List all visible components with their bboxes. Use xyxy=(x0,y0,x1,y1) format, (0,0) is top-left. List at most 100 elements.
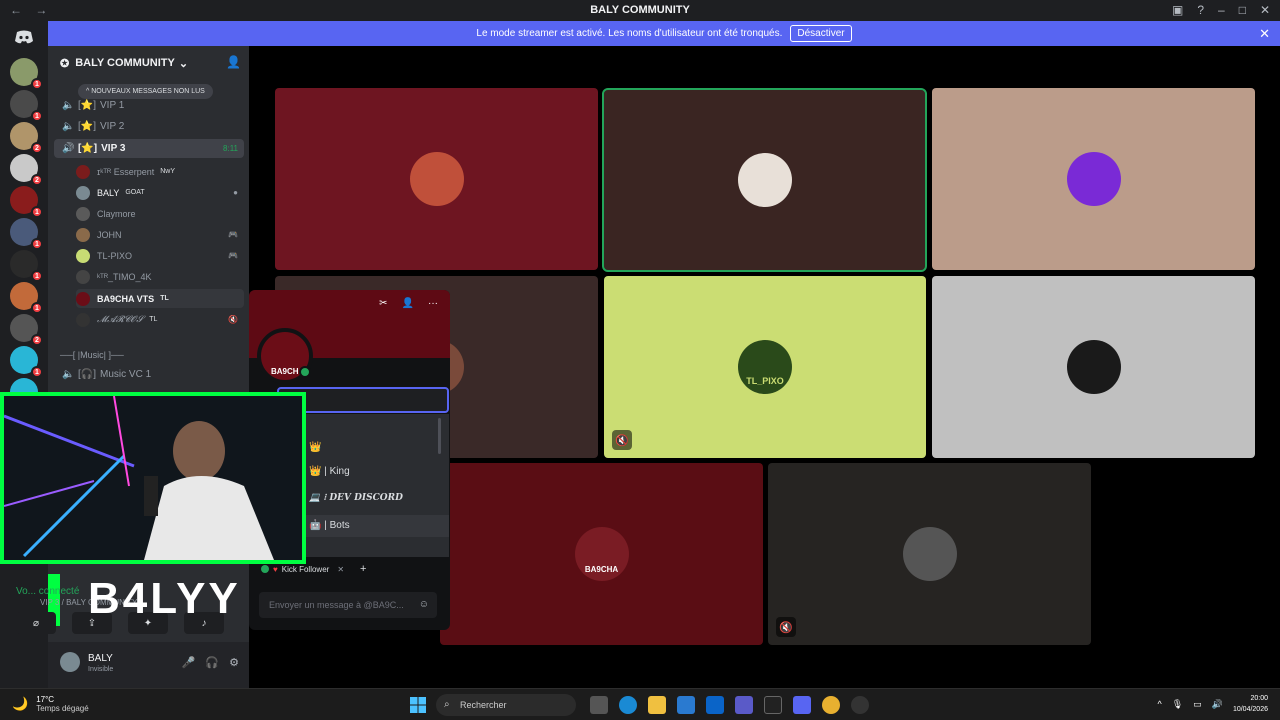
voice-channel[interactable]: 🔈 [⭐] VIP 2 xyxy=(54,117,244,136)
voice-member[interactable]: ɪᵏᵀᴿ Esserpent NwY xyxy=(76,162,244,181)
voice-member[interactable]: Claymore xyxy=(76,204,244,223)
server-icon[interactable]: 2 xyxy=(10,154,43,186)
emoji-icon[interactable]: ☺ xyxy=(419,592,429,618)
taskbar-search[interactable]: ⌕ Rechercher xyxy=(436,694,576,716)
message-input[interactable]: Envoyer un message à @BA9C... ☺ xyxy=(259,592,437,618)
server-icon[interactable]: 1 xyxy=(10,186,43,218)
voice-status: Vo... connecté xyxy=(16,586,80,597)
inbox-icon[interactable]: ▣ xyxy=(1172,3,1183,17)
obs-icon[interactable] xyxy=(851,696,869,714)
webcam-overlay xyxy=(0,392,306,564)
voice-member-selected[interactable]: BA9CHA VTS TL xyxy=(76,289,244,308)
banner-close-icon[interactable]: ✕ xyxy=(1259,26,1270,42)
video-tile-speaking[interactable] xyxy=(602,88,927,272)
call-timer: 8:11 xyxy=(223,144,238,153)
avatar-label: BA9CH xyxy=(271,367,299,376)
server-icon[interactable]: 1 xyxy=(10,218,43,250)
headphones-icon[interactable]: 🎧 xyxy=(205,656,219,669)
chevron-up-icon[interactable]: ^ xyxy=(1158,699,1162,709)
window-controls: ▣ ? – □ ✕ xyxy=(1172,3,1270,17)
windows-start-icon[interactable] xyxy=(410,697,426,713)
weather-text: Temps dégagé xyxy=(36,704,89,713)
file-explorer-icon[interactable] xyxy=(648,696,666,714)
voice-member[interactable]: ᵏᵀᴿ_TIMO_4K xyxy=(76,267,244,286)
remove-role-icon[interactable]: ✕ xyxy=(337,565,344,574)
heart-icon: ♥ xyxy=(273,564,278,574)
edge-icon[interactable] xyxy=(619,696,637,714)
role-item[interactable]: 🤖 | Bots xyxy=(301,515,449,537)
voice-channel-active[interactable]: 🔊 [⭐] VIP 3 8:11 xyxy=(54,139,244,158)
camera-off-icon[interactable]: ⌀ xyxy=(16,612,56,634)
store-icon[interactable] xyxy=(677,696,695,714)
chevron-down-icon: ⌄ xyxy=(178,57,189,70)
server-icon[interactable]: 2 xyxy=(10,314,43,346)
disconnect-icon[interactable]: ✂ xyxy=(379,298,387,309)
add-role-icon[interactable]: + xyxy=(360,563,366,575)
more-options-icon[interactable]: ··· xyxy=(428,298,438,309)
role-chip[interactable]: ♥ Kick Follower ✕ + xyxy=(261,563,366,575)
voice-channel[interactable]: 🔈 [🎧] Music VC 1 xyxy=(54,365,244,384)
server-icon[interactable]: 1 xyxy=(10,90,43,122)
clock[interactable]: 20:00 10/04/2026 xyxy=(1233,693,1268,715)
message-placeholder: Envoyer un message à @BA9C... xyxy=(269,600,404,610)
microphone-icon[interactable]: 🎤 xyxy=(182,656,196,669)
avatar xyxy=(76,164,90,179)
category-label: |Music| xyxy=(77,350,106,360)
discord-icon[interactable] xyxy=(793,696,811,714)
moon-icon: 🌙 xyxy=(12,696,29,711)
avatar[interactable] xyxy=(60,652,80,672)
role-color-dot xyxy=(261,565,269,573)
role-item[interactable]: 💻 ⁝ DEV DISCORD xyxy=(309,493,403,503)
server-icon[interactable]: 1 xyxy=(10,282,43,314)
channel-label: VIP 3 xyxy=(101,143,126,154)
voice-member[interactable]: TL-PIXO 🎮 xyxy=(76,246,244,265)
muted-mic-icon: 🔇 xyxy=(776,617,796,637)
headphones-icon: [🎧] xyxy=(78,369,97,380)
weather-widget[interactable]: 🌙 17°C Temps dégagé xyxy=(12,695,89,713)
role-item[interactable]: 👑 | King xyxy=(309,466,350,477)
teams-icon[interactable] xyxy=(735,696,753,714)
server-icon[interactable]: 1 xyxy=(10,58,43,90)
terminal-icon[interactable] xyxy=(764,696,782,714)
video-tile[interactable]: 🔇 xyxy=(768,463,1091,645)
volume-icon[interactable]: 🔊 xyxy=(1212,699,1223,710)
gear-icon[interactable]: ⚙ xyxy=(229,656,239,669)
server-icon[interactable]: 1 xyxy=(10,346,43,378)
microphone-icon[interactable]: 🎙 xyxy=(1172,699,1183,710)
video-tile[interactable] xyxy=(932,276,1255,458)
temperature: 17°C xyxy=(36,695,55,704)
voice-member[interactable]: JOHN 🎮 xyxy=(76,225,244,244)
member-tag: TL xyxy=(149,316,158,323)
minimize-icon[interactable]: – xyxy=(1218,3,1225,17)
role-label: King xyxy=(329,466,350,477)
video-tile[interactable]: BA9CHA xyxy=(440,463,763,645)
scrollbar[interactable] xyxy=(438,418,441,454)
server-icon[interactable]: 1 xyxy=(10,250,43,282)
outlook-icon[interactable] xyxy=(706,696,724,714)
chrome-icon[interactable] xyxy=(822,696,840,714)
disable-streamer-button[interactable]: Désactiver xyxy=(790,25,852,42)
tile-label: TL_PIXO xyxy=(746,376,784,386)
voice-member[interactable]: 𝓜𝓐𝓡𝓒𝓞𝓢 TL 🔇 xyxy=(76,310,244,329)
maximize-icon[interactable]: □ xyxy=(1239,3,1246,17)
video-tile[interactable]: TL_PIXO 🔇 xyxy=(604,276,926,458)
member-name: ɪᵏᵀᴿ Esserpent xyxy=(97,166,155,177)
close-window-icon[interactable]: ✕ xyxy=(1260,3,1270,17)
unread-messages-pill[interactable]: ^ NOUVEAUX MESSAGES NON LUS xyxy=(78,84,213,99)
participant-avatar xyxy=(902,527,957,581)
star-icon: [⭐] xyxy=(78,100,97,111)
voice-member[interactable]: BALY GOAT ● xyxy=(76,183,244,202)
server-header[interactable]: ✪ BALY COMMUNITY ⌄ 👤 xyxy=(48,46,249,80)
server-name: BALY COMMUNITY xyxy=(75,57,175,69)
discord-home-icon[interactable] xyxy=(10,26,38,48)
taskbar-apps xyxy=(590,696,869,714)
task-view-icon[interactable] xyxy=(590,696,608,714)
video-tile[interactable] xyxy=(275,88,598,270)
help-icon[interactable]: ? xyxy=(1197,3,1204,17)
add-friend-icon[interactable]: 👤 xyxy=(402,298,414,309)
display-icon[interactable]: ▭ xyxy=(1193,699,1202,710)
invite-icon[interactable]: 👤 xyxy=(226,55,241,69)
server-icon[interactable]: 2 xyxy=(10,122,43,154)
video-tile[interactable] xyxy=(932,88,1255,270)
member-name: 𝓜𝓐𝓡𝓒𝓞𝓢 xyxy=(97,314,144,325)
